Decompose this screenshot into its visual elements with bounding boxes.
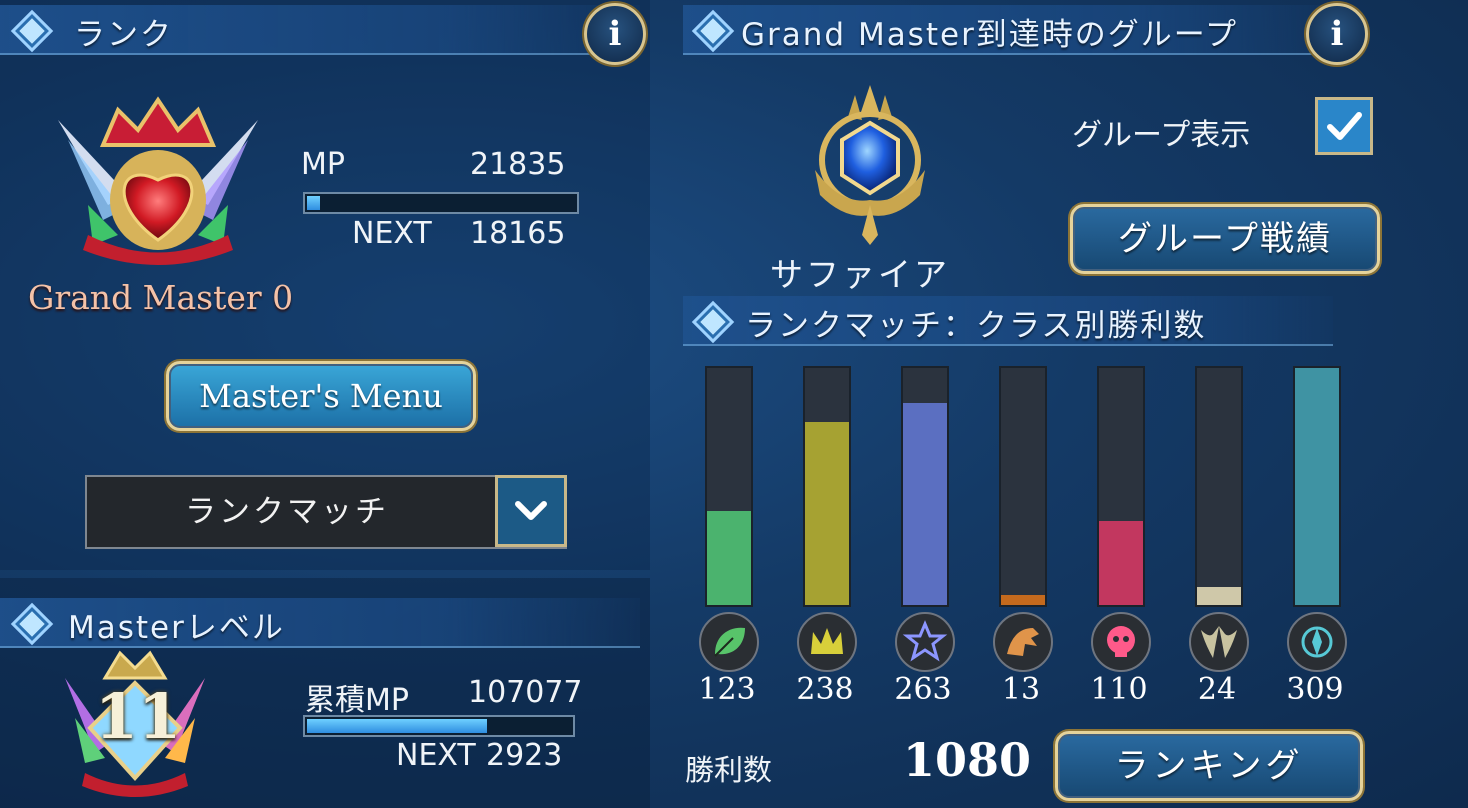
class-win-count: 13 [1001,672,1041,707]
mp-progress-fill [307,196,321,210]
sapphire-emblem-icon [800,85,940,245]
master-level-next-value: 2923 [486,738,563,773]
class-win-bar [999,366,1047,607]
class-win-count: 110 [1090,672,1148,707]
master-level-header: Masterレベル [0,598,640,648]
leaf-icon[interactable] [699,612,759,672]
haven-icon[interactable] [1287,612,1347,672]
rank-name: Grand Master 0 [28,278,294,317]
group-name: サファイア [770,255,950,294]
mp-next-label: NEXT [352,216,432,251]
mp-next-value: 18165 [470,216,566,251]
class-win-bar [1293,366,1341,607]
class-win-bar-fill [707,510,751,605]
group-display-checkbox[interactable] [1315,97,1373,155]
master-level-number: 11 [94,680,182,753]
class-win-bar [901,366,949,607]
cumulative-mp-label: 累積MP [305,683,409,718]
cumulative-mp-value: 107077 [468,675,583,710]
wins-total: 1080 [903,733,1032,787]
bat-wing-icon[interactable] [1189,612,1249,672]
match-type-value: ランクマッチ [185,494,389,530]
wins-label: 勝利数 [685,753,773,787]
dragon-icon[interactable] [993,612,1053,672]
class-win-count: 24 [1197,672,1237,707]
class-win-bar-fill [1295,368,1339,605]
mp-label: MP [301,147,345,182]
class-win-count: 309 [1286,672,1344,707]
class-win-bar [803,366,851,607]
group-record-button[interactable]: グループ戦績 [1070,204,1380,274]
mp-progress-bar [303,192,579,214]
rank-emblem-icon [48,95,268,275]
class-win-bar [705,366,753,607]
class-wins-header: ランクマッチ：クラス別勝利数 [683,296,1333,346]
group-header: Grand Master到達時のグループ [683,5,1333,55]
match-type-select[interactable]: ランクマッチ [85,475,567,549]
diamond-icon [696,14,730,48]
chevron-down-icon [515,501,547,520]
dropdown-button[interactable] [495,475,567,547]
class-win-bar-fill [903,403,947,605]
class-win-bar [1195,366,1243,607]
class-win-bar-fill [1001,595,1045,605]
skull-icon[interactable] [1091,612,1151,672]
rank-title: ランク [74,17,173,53]
crown-icon[interactable] [797,612,857,672]
master-level-next-label: NEXT [396,738,476,773]
class-win-count: 263 [894,672,952,707]
diamond-icon [15,14,49,48]
master-level-progress-fill [307,719,487,733]
class-win-count: 123 [698,672,756,707]
group-info-button[interactable]: i [1306,3,1368,65]
class-win-bar-fill [1197,586,1241,605]
checkmark-icon [1327,112,1362,140]
class-wins-chart: 123 238 263 13 110 24 309 [683,360,1363,720]
class-win-count: 238 [796,672,854,707]
rune-star-icon[interactable] [895,612,955,672]
diamond-icon [696,305,730,339]
master-level-progress-bar [303,715,575,737]
mp-value: 21835 [470,147,566,182]
masters-menu-button[interactable]: Master's Menu [166,361,476,431]
group-title: Grand Master到達時のグループ [741,17,1238,53]
group-display-label: グループ表示 [1072,118,1251,153]
class-wins-title: ランクマッチ：クラス別勝利数 [745,308,1207,344]
rank-header: ランク [0,5,640,55]
ranking-button[interactable]: ランキング [1055,731,1363,801]
master-level-title: Masterレベル [68,610,285,646]
class-win-bar [1097,366,1145,607]
diamond-icon [15,607,49,641]
class-win-bar-fill [1099,520,1143,605]
class-win-bar-fill [805,422,849,605]
rank-info-button[interactable]: i [584,3,646,65]
